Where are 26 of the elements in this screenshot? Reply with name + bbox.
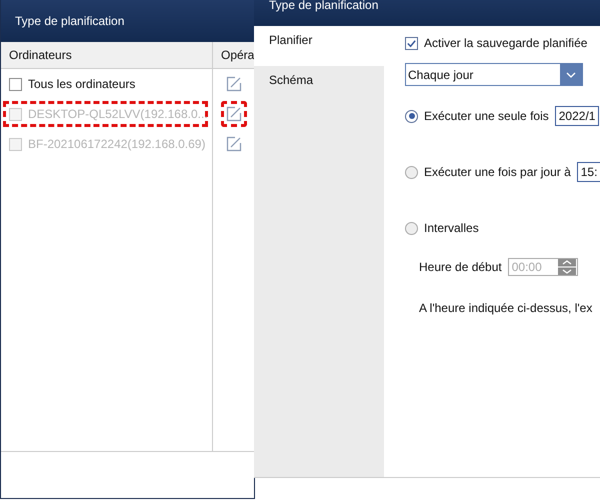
checkbox[interactable] <box>405 36 418 50</box>
radio-label: Exécuter une seule fois <box>424 109 549 123</box>
info-text: A l'heure indiquée ci-dessus, l'ex <box>419 301 592 315</box>
edit-icon[interactable] <box>226 76 242 92</box>
sidebar-tab[interactable]: Schéma <box>254 66 384 106</box>
window-title: Type de planification <box>269 0 378 12</box>
radio-button[interactable] <box>405 222 418 234</box>
sidebar-tab[interactable]: Planifier <box>254 26 384 66</box>
frequency-dropdown[interactable]: Chaque jour <box>405 63 583 86</box>
radio-button[interactable] <box>405 166 418 178</box>
edit-icon[interactable] <box>226 136 242 152</box>
field-label: Heure de début <box>419 260 502 274</box>
edit-icon[interactable] <box>226 106 242 122</box>
radio-label: Intervalles <box>424 221 479 235</box>
column-header: Opéra <box>221 48 254 62</box>
checkbox-label: Activer la sauvegarde planifiée <box>424 36 588 50</box>
input-field[interactable]: 2022/1 <box>554 106 600 126</box>
input-field[interactable]: 15: <box>576 162 600 182</box>
radio-button[interactable] <box>405 110 418 122</box>
computer-name: BF-202106172242(192.168.0.69) <box>28 137 206 151</box>
chevron-down-icon <box>560 64 582 85</box>
window-title: Type de planification <box>15 14 124 28</box>
computer-name: Tous les ordinateurs <box>28 77 136 91</box>
checkbox[interactable] <box>9 78 22 90</box>
column-header: Ordinateurs <box>9 48 72 62</box>
radio-label: Exécuter une fois par jour à <box>424 165 571 179</box>
